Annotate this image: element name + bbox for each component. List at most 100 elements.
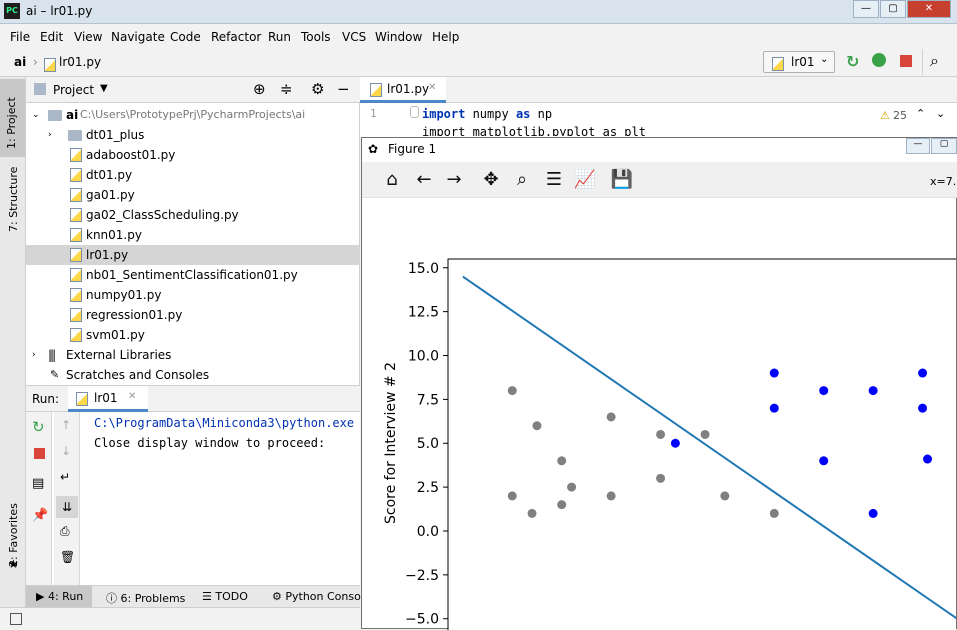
status-bar [0, 607, 360, 629]
data-point [507, 386, 517, 396]
project-stripe-button[interactable]: 1: Project [0, 79, 25, 157]
menu-help[interactable]: Help [432, 30, 459, 44]
rerun-icon[interactable]: ↻ [846, 52, 859, 71]
minimize-button[interactable]: — [853, 0, 879, 18]
close-tab-icon[interactable]: ✕ [128, 391, 136, 402]
problems-tool-tab[interactable]: ⓘ 6: Problems [106, 590, 185, 606]
menu-view[interactable]: View [74, 30, 102, 44]
print-icon[interactable]: ⎙ [60, 524, 70, 539]
plot-canvas[interactable]: 15.0 12.5 10.0 7.5 5.0 2.5 0.0 −2.5 −5.0 Score f… [362, 198, 956, 630]
stop-icon[interactable] [900, 55, 912, 67]
data-point [918, 403, 928, 413]
forward-icon[interactable]: → [442, 168, 466, 192]
editor-tab[interactable]: lr01.py ✕ [360, 77, 446, 103]
code-module: numpy [465, 107, 516, 121]
edit-axis-icon[interactable]: 📈 [573, 168, 597, 192]
python-file-icon [70, 308, 82, 322]
tree-row-file[interactable]: dt01.py [26, 165, 360, 185]
data-point [557, 456, 567, 466]
run-config-selector[interactable]: lr01 ⌄ [763, 51, 835, 73]
code-keyword: as [515, 107, 531, 121]
menu-window[interactable]: Window [375, 30, 422, 44]
close-tab-icon[interactable]: ✕ [428, 82, 436, 93]
tree-row-file[interactable]: nb01_SentimentClassification01.py [26, 265, 360, 285]
data-point [567, 482, 577, 492]
hide-icon[interactable]: − [337, 80, 350, 98]
stop-icon[interactable] [34, 448, 45, 459]
trash-icon[interactable]: 🗑 [60, 550, 75, 564]
star-icon: ★ [8, 557, 19, 571]
menu-vcs[interactable]: VCS [342, 30, 366, 44]
tree-row-folder[interactable]: › dt01_plus [26, 125, 360, 145]
tree-row-scratches[interactable]: ✎ Scratches and Consoles [26, 365, 360, 385]
tree-row-file[interactable]: numpy01.py [26, 285, 360, 305]
menu-navigate[interactable]: Navigate [111, 30, 165, 44]
locate-icon[interactable]: ⊕ [253, 80, 266, 98]
run-tool-tab-label: ▶ 4: Run [36, 590, 84, 603]
tree-root-label: ai [66, 108, 79, 122]
down-arrow-icon[interactable]: ↓ [61, 444, 71, 458]
pycharm-icon: PC [4, 3, 20, 19]
debug-icon[interactable] [872, 53, 886, 67]
python-console-tab-text: Python Conso [285, 590, 361, 603]
chevron-down-icon: ⌄ [820, 54, 829, 65]
menu-edit[interactable]: Edit [40, 30, 63, 44]
tree-item-label: External Libraries [66, 348, 172, 362]
figure-minimize-button[interactable]: — [906, 138, 930, 154]
zoom-icon[interactable]: ⌕ [510, 168, 534, 192]
project-view-dropdown[interactable]: Project [53, 83, 94, 97]
structure-stripe-button[interactable]: 7: Structure [7, 167, 20, 232]
menu-tools[interactable]: Tools [301, 30, 331, 44]
up-arrow-icon[interactable]: ↑ [61, 418, 71, 432]
tree-row-file[interactable]: knn01.py [26, 225, 360, 245]
code-line-2[interactable]: import matplotlib.pyplot as plt [422, 125, 646, 136]
menu-file[interactable]: File [10, 30, 30, 44]
warning-count[interactable]: 25 [893, 109, 907, 122]
next-highlight-icon[interactable]: ⌄ [936, 107, 945, 120]
tree-row-file[interactable]: svm01.py [26, 325, 360, 345]
back-icon[interactable]: ← [412, 168, 436, 192]
breadcrumb-file[interactable]: lr01.py [59, 55, 101, 69]
run-panel-header: Run: lr01 ✕ [26, 386, 360, 412]
project-stripe-label: 1: Project [5, 97, 18, 149]
rerun-icon[interactable]: ↻ [32, 418, 45, 436]
soft-wrap-icon[interactable]: ↵ [60, 470, 70, 484]
figure-maximize-button[interactable]: ▢ [931, 138, 957, 154]
pan-icon[interactable]: ✥ [479, 168, 503, 192]
tree-row-file[interactable]: regression01.py [26, 305, 360, 325]
tree-row-file-selected[interactable]: lr01.py [26, 245, 360, 265]
breadcrumb-root[interactable]: ai [14, 55, 26, 69]
scroll-to-end-icon[interactable]: ⇊ [56, 496, 78, 518]
menu-code[interactable]: Code [170, 30, 201, 44]
menu-refactor[interactable]: Refactor [211, 30, 261, 44]
tree-row-file[interactable]: ga02_ClassScheduling.py [26, 205, 360, 225]
data-point [606, 491, 616, 501]
todo-tool-tab[interactable]: ☰ TODO [202, 590, 248, 603]
python-console-tool-tab[interactable]: ⚙ Python Conso [272, 590, 361, 603]
tree-row-root[interactable]: ⌄ ai C:\Users\PrototypePrj\PycharmProjec… [26, 105, 360, 125]
tree-item-label: nb01_SentimentClassification01.py [86, 268, 298, 282]
save-icon[interactable]: 💾 [610, 168, 634, 192]
tree-row-file[interactable]: adaboost01.py [26, 145, 360, 165]
tool-window-toggle-icon[interactable] [10, 613, 22, 625]
menu-run[interactable]: Run [268, 30, 291, 44]
code-line[interactable]: import numpy as np [422, 107, 552, 121]
home-icon[interactable]: ⌂ [380, 168, 404, 192]
fold-icon[interactable] [410, 106, 419, 118]
layout-icon[interactable]: ▤ [32, 476, 44, 491]
configure-icon[interactable]: ☰ [542, 168, 566, 192]
tree-row-libraries[interactable]: › ||| External Libraries [26, 345, 360, 365]
maximize-button[interactable]: ▢ [880, 0, 906, 18]
run-tool-tab[interactable]: ▶ 4: Run [26, 586, 92, 608]
problems-tab-text: 6: Problems [120, 592, 186, 605]
y-tick-label: 15.0 [408, 261, 439, 277]
gear-icon[interactable]: ⚙ [311, 80, 324, 98]
previous-highlight-icon[interactable]: ⌃ [916, 107, 925, 120]
y-tick-label: 12.5 [408, 305, 439, 321]
tree-row-file[interactable]: ga01.py [26, 185, 360, 205]
run-tab[interactable]: lr01 ✕ [68, 386, 148, 412]
close-button[interactable]: ✕ [907, 0, 951, 18]
collapse-all-icon[interactable]: ≑ [280, 80, 293, 98]
pin-icon[interactable]: 📌 [32, 508, 48, 523]
search-icon[interactable]: ⌕ [930, 51, 939, 71]
